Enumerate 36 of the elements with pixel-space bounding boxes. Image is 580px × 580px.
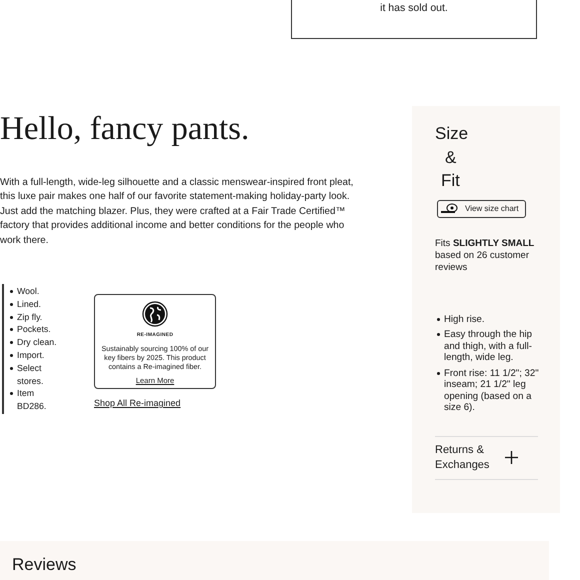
detail-item: Pockets. [17, 323, 51, 336]
detail-item: Zip fly. [17, 310, 42, 324]
detail-item: Select stores. [17, 362, 44, 388]
bullet-icon [10, 392, 13, 396]
bullet-icon [10, 290, 13, 294]
bullet-icon [10, 354, 13, 358]
detail-item: Dry clean. [17, 336, 57, 350]
globe-icon [142, 301, 168, 328]
detail-item: Wool. [17, 285, 40, 298]
bullet-icon [437, 372, 440, 374]
bullet-icon [10, 316, 13, 319]
bullet-icon [437, 333, 440, 336]
bullet-icon [10, 341, 13, 344]
size-chart-button[interactable]: View size chart [437, 200, 526, 218]
returns-accordion[interactable]: Returns & Exchanges [435, 436, 538, 478]
size-fit-title: Size [435, 123, 470, 145]
product-description: With a full-length, wide-leg silhouette and a classic menswear-inspired front pleat, this luxe pair makes one half of our favorite statement-making holiday-party look. Just add the matching blazer. Plus, they were crafted at a Fair Trade Certified™ factory that provides additional income and better conditions for the people who work there. [0, 176, 354, 248]
detail-item: Lined. [17, 298, 41, 311]
reviews-title: Reviews [12, 555, 76, 574]
notice-text: it has sold out. [380, 1, 448, 16]
fit-note: Easy through the hip and thigh, with a full-length, wide leg. [444, 329, 534, 364]
fit-note: Front rise: 11 1/2"; 32" inseam; 21 1/2" leg opening (based on a size 6). [444, 368, 540, 414]
bullet-icon [10, 328, 13, 332]
shop-all-link[interactable]: Shop All Re-imagined [94, 397, 216, 411]
bullet-icon [437, 318, 440, 320]
fit-summary: Fits SLIGHTLY SMALL based on 26 customer reviews [435, 238, 536, 274]
detail-item: Item BD286. [17, 387, 48, 413]
detail-item: Import. [17, 349, 44, 362]
size-fit-title: Fit [440, 170, 461, 192]
bullet-icon [10, 302, 13, 306]
fit-note: High rise. [444, 314, 485, 325]
product-title: Hello, fancy pants. [0, 110, 250, 149]
size-fit-title: & [444, 146, 458, 168]
plus-icon [505, 451, 518, 464]
tape-measure-icon [440, 203, 460, 214]
bullet-icon [10, 366, 13, 370]
